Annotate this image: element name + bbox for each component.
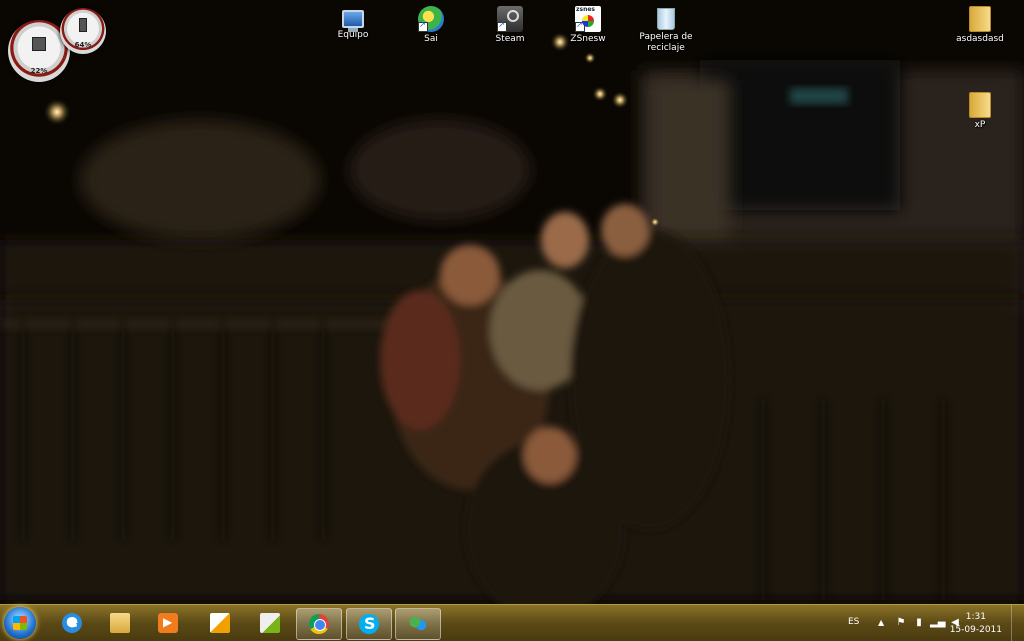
- cpu-usage-value: 22%: [30, 67, 48, 75]
- desktop-icon-xp[interactable]: xP: [942, 92, 1018, 131]
- desktop-icon-label: Papelera de reciclaje: [639, 32, 693, 53]
- shortcut-arrow-icon: [497, 20, 507, 32]
- memory-chip-icon: [79, 18, 87, 33]
- action-center-flag-icon[interactable]: ⚑: [896, 617, 906, 628]
- taskbar-button-sai[interactable]: [198, 608, 242, 638]
- taskbar-button-messenger[interactable]: [395, 608, 441, 640]
- taskbar-button-internet-explorer[interactable]: [50, 608, 94, 638]
- desktop-icon-label: asdasdasd: [956, 34, 1004, 44]
- shortcut-arrow-icon: [575, 20, 585, 32]
- taskbar-button-windows-explorer[interactable]: [98, 608, 142, 638]
- show-desktop-button[interactable]: [1011, 605, 1024, 641]
- windows-logo-icon: [13, 616, 27, 630]
- start-button[interactable]: [4, 607, 36, 639]
- desktop-icon-label: Sai: [424, 34, 438, 44]
- folder-icon: [110, 613, 130, 633]
- desktop-icon-steam[interactable]: Steam: [472, 6, 548, 45]
- chrome-icon: [309, 614, 329, 634]
- desktop-icon-label: ZSnesw: [570, 34, 606, 44]
- memory-usage-value: 64%: [74, 41, 92, 49]
- memory-gauge: 64%: [60, 8, 106, 54]
- system-tray: ES ▲ ⚑ ▮ ▂▄ ◀ 1:31 15-09-2011: [824, 605, 1024, 641]
- show-hidden-icons-button[interactable]: ▲: [878, 618, 884, 627]
- desktop-icon-label: Steam: [495, 34, 525, 44]
- power-icon[interactable]: ▮: [914, 617, 924, 628]
- desktop-wallpaper: [0, 0, 1024, 640]
- folder-icon: [969, 92, 991, 118]
- cpu-chip-icon: [32, 36, 46, 51]
- language-indicator[interactable]: ES: [848, 617, 859, 627]
- shortcut-arrow-icon: [418, 20, 428, 32]
- taskbar: ES ▲ ⚑ ▮ ▂▄ ◀ 1:31 15-09-2011: [0, 604, 1024, 641]
- steam-icon: [497, 6, 523, 32]
- desktop-icon-zsnesw[interactable]: ZSnesw: [550, 6, 626, 45]
- recycle-bin-icon: [657, 8, 675, 30]
- desktop-icon-label: xP: [974, 120, 986, 130]
- clock-time: 1:31: [965, 612, 986, 622]
- taskbar-button-chrome[interactable]: [296, 608, 342, 640]
- sai-icon: [210, 613, 230, 633]
- sai-icon: [418, 6, 444, 32]
- desktop-icon-recycle-bin[interactable]: Papelera de reciclaje: [628, 6, 704, 54]
- pencil-icon: [260, 613, 280, 633]
- desktop-icon-asdasdasd[interactable]: asdasdasd: [942, 6, 1018, 45]
- skype-icon: [359, 614, 379, 634]
- wallpaper-photo: [0, 0, 1024, 640]
- messenger-icon: [408, 614, 428, 634]
- media-player-icon: [158, 613, 178, 633]
- desktop-icon-sai[interactable]: Sai: [393, 6, 469, 45]
- ie-icon: [62, 611, 82, 633]
- taskbar-button-drawing-app[interactable]: [248, 608, 292, 638]
- desktop-icon-equipo[interactable]: Equipo: [315, 6, 391, 41]
- computer-icon: [342, 10, 364, 32]
- clock-date: 15-09-2011: [949, 625, 1002, 635]
- taskbar-button-skype[interactable]: [346, 608, 392, 640]
- zsnes-icon: [575, 6, 601, 32]
- folder-icon: [969, 6, 991, 32]
- clock[interactable]: 1:31 15-09-2011: [950, 611, 1002, 637]
- cpu-meter-gadget[interactable]: 22% 64%: [8, 6, 112, 82]
- taskbar-button-media-player[interactable]: [146, 608, 190, 638]
- network-signal-icon[interactable]: ▂▄: [930, 617, 945, 628]
